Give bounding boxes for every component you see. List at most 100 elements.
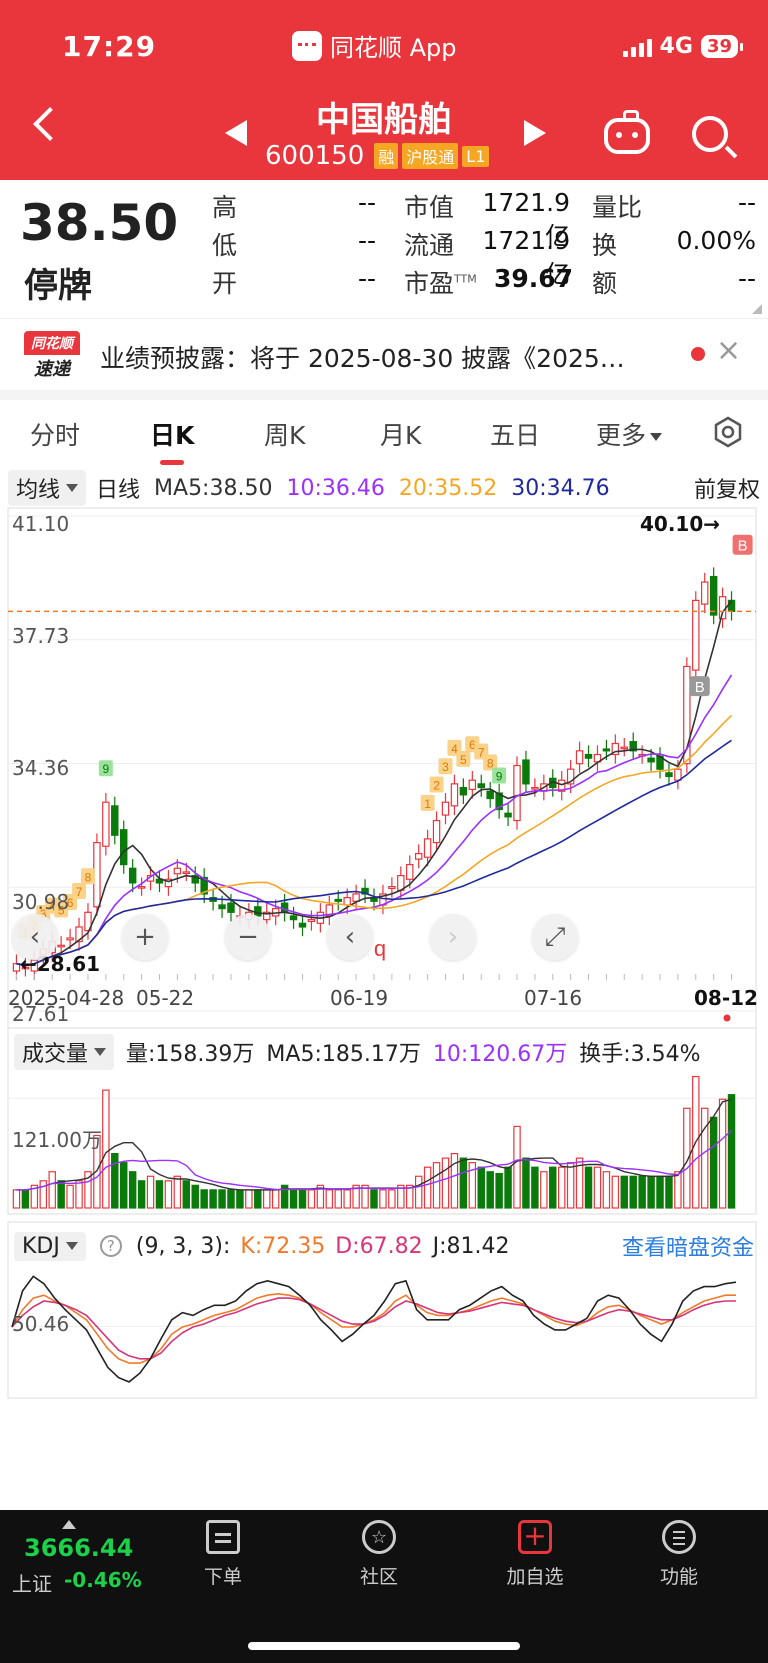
volume-bar (629, 1175, 637, 1209)
candle-body (57, 944, 65, 948)
search-icon[interactable] (692, 116, 728, 152)
volume-bar (566, 1162, 575, 1209)
menu-icon (662, 1520, 696, 1554)
tab-monthly-k[interactable]: 月K (380, 416, 421, 452)
volume-bar (307, 1189, 316, 1209)
volume-bar (12, 1189, 21, 1209)
low-label: 低 (212, 231, 238, 260)
sequence-number: 9 (496, 770, 503, 784)
volume-bar (656, 1175, 664, 1209)
expand-corner-icon[interactable] (752, 304, 762, 314)
tab-more[interactable]: 更多 (596, 416, 663, 452)
volume-bar (173, 1175, 182, 1209)
indicator-dropdown[interactable]: 均线 (8, 470, 87, 506)
settings-icon[interactable] (712, 416, 744, 448)
kline-svg[interactable]: BB123456781234567899q (0, 506, 768, 1406)
volume-bar (441, 1157, 450, 1209)
chart-area[interactable]: BB123456781234567899q 41.10 37.73 34.36 … (0, 506, 768, 1406)
active-tab-indicator (160, 460, 184, 465)
order-button[interactable]: 下单 (178, 1520, 268, 1589)
volume-bar (727, 1094, 736, 1209)
volume-bar (48, 1171, 56, 1209)
volume-bar (111, 1152, 119, 1209)
volume-bar (191, 1184, 199, 1209)
volume-dropdown[interactable]: 成交量 (14, 1034, 115, 1070)
pe-value: 39.67 (494, 264, 574, 293)
news-logo: 同花顺 速递 (24, 331, 80, 380)
vol-ratio-label: 量比 (592, 193, 643, 222)
volume-bar (119, 1162, 128, 1209)
chevron-down-icon (650, 433, 663, 441)
kdj-j: J:81.42 (432, 1233, 510, 1259)
robot-icon[interactable] (604, 110, 650, 154)
news-banner[interactable]: 同花顺 速递 业绩预披露：将于 2025-08-30 披露《2025… × (0, 318, 768, 388)
scroll-left-button[interactable]: ‹ (12, 914, 58, 960)
tab-daily-k[interactable]: 日K (150, 416, 194, 452)
tab-intraday[interactable]: 分时 (30, 416, 80, 452)
volume-bar (557, 1166, 566, 1209)
candle-body (432, 819, 441, 844)
tab-five-day[interactable]: 五日 (490, 416, 540, 452)
candle-body (700, 581, 709, 605)
close-icon[interactable]: × (716, 333, 741, 368)
index-change: -0.46% (64, 1568, 142, 1592)
volume-bar (414, 1175, 423, 1209)
volume-bar (549, 1166, 557, 1209)
volume-ma5: MA5:185.17万 (266, 1042, 421, 1067)
high-value: -- (357, 188, 376, 217)
news-text[interactable]: 业绩预披露：将于 2025-08-30 披露《2025… (100, 339, 665, 375)
candle-body (298, 922, 307, 928)
kdj-legend: KDJ ? (9, 3, 3): K:72.35 D:67.82 J:81.42… (0, 1228, 768, 1264)
candle-body (504, 812, 512, 818)
candle-body (414, 852, 423, 860)
bottom-bar: 3666.44 上证 -0.46% 下单 ☆ 社区 + 加自选 功能 (0, 1510, 768, 1663)
volume-bar (513, 1125, 521, 1209)
index-value[interactable]: 3666.44 (24, 1534, 133, 1562)
kdj-params: (9, 3, 3): (135, 1233, 231, 1259)
volume-bar (718, 1098, 727, 1209)
page-prev-button[interactable]: ‹ (327, 914, 373, 960)
mktcap-label: 市值 (404, 193, 455, 222)
candle-body (289, 915, 298, 921)
kdj-k: K:72.35 (240, 1233, 326, 1259)
adjust-mode[interactable]: 前复权 (694, 472, 760, 504)
stock-code: 600150 (265, 141, 365, 171)
pe-label: 市盈TTM (404, 269, 477, 298)
page-next-button[interactable]: › (430, 914, 476, 960)
fullscreen-button[interactable]: ⤢ (532, 914, 578, 960)
expand-up-icon[interactable] (62, 1520, 76, 1529)
kdj-k-line (11, 1292, 736, 1364)
candle-body (468, 779, 477, 790)
status-app: 同花顺 App (292, 28, 457, 63)
app-logo-icon (292, 30, 322, 61)
volume-bar (647, 1175, 655, 1209)
volume-bar (200, 1189, 208, 1209)
volume-bar (432, 1162, 441, 1209)
x-label-3: 06-19 (330, 986, 389, 1010)
stock-code-row: 600150 融 沪股通 L1 (265, 141, 490, 171)
sequence-number: 1 (424, 797, 431, 811)
add-watch-button[interactable]: + 加自选 (490, 1519, 580, 1589)
add-watch-icon: + (518, 1519, 552, 1554)
tag-level: L1 (462, 145, 490, 167)
zoom-out-button[interactable]: − (225, 914, 271, 960)
kdj-y-label: 50.46 (12, 1312, 70, 1336)
status-right: 4G 39 (622, 34, 744, 59)
zoom-in-button[interactable]: + (122, 914, 168, 960)
news-logo-top: 同花顺 (24, 331, 80, 355)
volume-bar (379, 1189, 387, 1209)
tab-weekly-k[interactable]: 周K (264, 416, 305, 452)
candle-body (334, 898, 342, 902)
next-stock-button[interactable] (524, 120, 546, 146)
volume-bar (263, 1189, 271, 1209)
order-icon (206, 1520, 240, 1554)
kdj-dropdown[interactable]: KDJ (14, 1231, 86, 1261)
help-icon[interactable]: ? (99, 1235, 122, 1257)
candle-body (602, 748, 611, 752)
function-button[interactable]: 功能 (634, 1520, 724, 1589)
candle-body (66, 937, 74, 941)
community-button[interactable]: ☆ 社区 (334, 1520, 424, 1589)
dark-pool-link[interactable]: 查看暗盘资金 (622, 1230, 754, 1262)
candle-body (173, 867, 182, 875)
chevron-down-icon (94, 1048, 107, 1056)
